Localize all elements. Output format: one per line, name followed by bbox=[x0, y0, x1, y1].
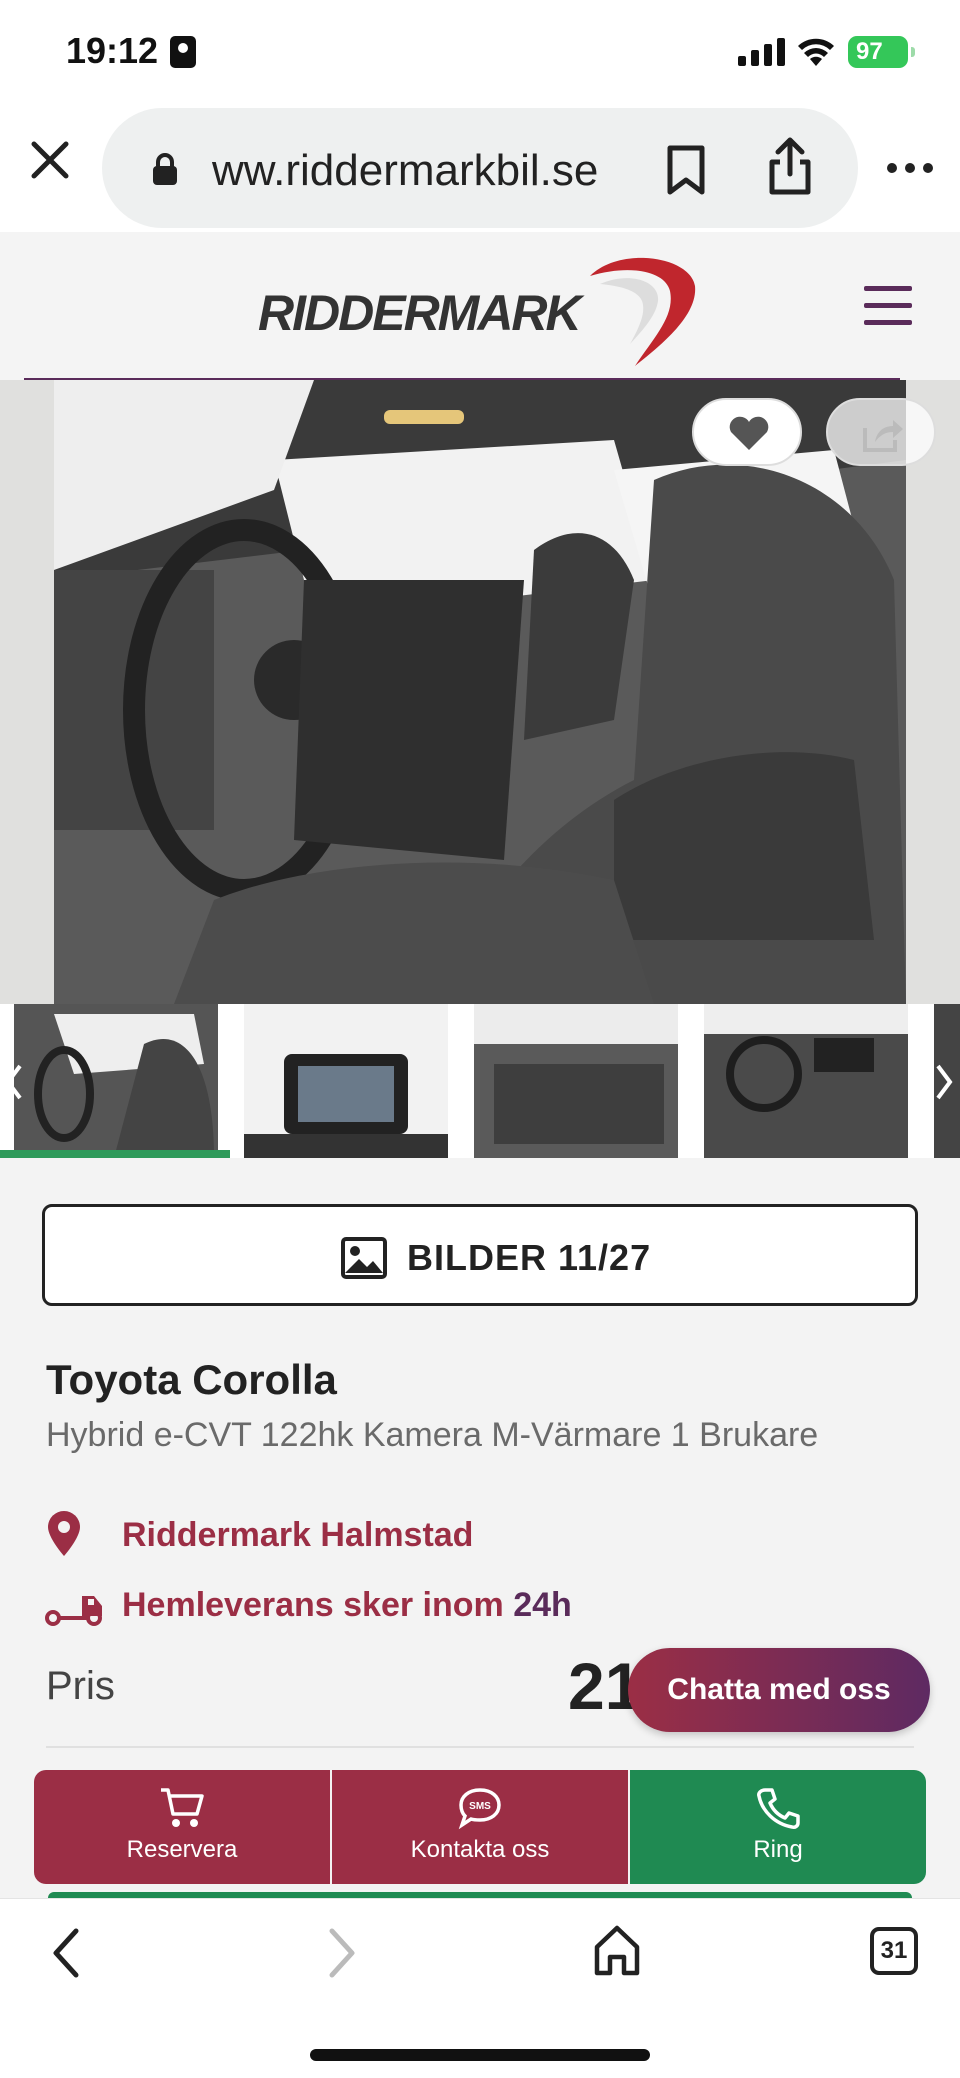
home-indicator bbox=[310, 2049, 650, 2061]
wifi-icon bbox=[798, 38, 834, 66]
thumbnail-strip bbox=[0, 1004, 960, 1158]
view-images-label: BILDER 11/27 bbox=[407, 1237, 652, 1278]
site-header: RIDDERMARK bbox=[0, 232, 960, 381]
forward-icon[interactable] bbox=[322, 1925, 362, 1981]
hamburger-menu-icon[interactable] bbox=[864, 284, 912, 328]
cellular-signal-icon bbox=[738, 38, 785, 66]
address-bar[interactable]: ww.riddermarkbil.se bbox=[102, 108, 858, 228]
image-gallery[interactable] bbox=[0, 380, 960, 1004]
logo-swoosh-icon bbox=[590, 257, 696, 366]
view-images-button[interactable]: BILDER 11/27 bbox=[42, 1204, 918, 1306]
sms-icon: SMS bbox=[458, 1788, 501, 1830]
chat-button[interactable]: Chatta med oss bbox=[628, 1648, 930, 1732]
status-time: 19:12 bbox=[66, 30, 159, 71]
car-title: Toyota Corolla bbox=[46, 1356, 337, 1403]
listing-details: BILDER 11/27 Toyota Corolla Hybrid e-CVT… bbox=[0, 1158, 960, 1898]
browser-bottom-toolbar: 31 bbox=[0, 1898, 960, 2078]
share-icon[interactable] bbox=[766, 136, 814, 196]
contact-button[interactable]: SMS Kontakta oss bbox=[332, 1770, 628, 1884]
thumbnails-prev-icon[interactable] bbox=[2, 1062, 26, 1102]
favorite-button[interactable] bbox=[692, 398, 802, 466]
heart-icon bbox=[729, 416, 769, 450]
site-logo[interactable]: RIDDERMARK bbox=[258, 284, 582, 342]
call-button[interactable]: Ring bbox=[630, 1770, 926, 1884]
gallery-progress-bar bbox=[0, 1150, 230, 1158]
delivery-info: Hemleverans sker inom 24h bbox=[122, 1586, 572, 1625]
share-arrow-icon bbox=[863, 420, 903, 452]
price-divider bbox=[46, 1746, 914, 1748]
car-interior-photo[interactable] bbox=[54, 380, 906, 1004]
delivery-time: 24h bbox=[513, 1586, 572, 1624]
thumbnail-camera-screen[interactable] bbox=[244, 1004, 448, 1158]
thumbnail-dashboard[interactable] bbox=[704, 1004, 908, 1158]
close-icon[interactable] bbox=[28, 138, 72, 182]
status-bar: 19:12 97 bbox=[0, 0, 960, 104]
battery-indicator: 97 bbox=[848, 36, 915, 68]
contact-card-icon bbox=[170, 36, 196, 68]
delivery-truck-icon bbox=[45, 1596, 102, 1626]
call-label: Ring bbox=[753, 1836, 803, 1863]
reserve-button[interactable]: Reservera bbox=[34, 1770, 330, 1884]
svg-text:SMS: SMS bbox=[469, 1801, 491, 1812]
location-pin-icon bbox=[48, 1511, 80, 1556]
home-icon[interactable] bbox=[592, 1923, 642, 1977]
image-gallery-icon bbox=[341, 1237, 387, 1279]
more-options-icon[interactable] bbox=[884, 160, 936, 176]
phone-icon bbox=[757, 1788, 800, 1829]
cart-icon bbox=[161, 1788, 204, 1827]
bookmark-icon[interactable] bbox=[664, 144, 708, 196]
car-subtitle: Hybrid e-CVT 122hk Kamera M-Värmare 1 Br… bbox=[46, 1416, 819, 1454]
reserve-label: Reservera bbox=[126, 1836, 238, 1863]
share-listing-button[interactable] bbox=[826, 398, 936, 466]
delivery-text: Hemleverans sker inom bbox=[122, 1586, 504, 1624]
browser-top-bar: ww.riddermarkbil.se bbox=[0, 104, 960, 232]
thumbnail-rear-seats[interactable] bbox=[474, 1004, 678, 1158]
contact-label: Kontakta oss bbox=[410, 1836, 550, 1863]
thumbnail-interior[interactable] bbox=[14, 1004, 218, 1158]
battery-level: 97 bbox=[856, 38, 883, 65]
thumbnails-next-icon[interactable] bbox=[932, 1062, 956, 1102]
dealer-location-link[interactable]: Riddermark Halmstad bbox=[122, 1516, 473, 1555]
action-bar: Reservera SMS Kontakta oss Ring bbox=[34, 1770, 926, 1884]
price-label: Pris bbox=[46, 1664, 115, 1708]
back-icon[interactable] bbox=[46, 1925, 86, 1981]
tabs-button[interactable]: 31 bbox=[870, 1927, 918, 1975]
lock-icon bbox=[153, 153, 177, 185]
